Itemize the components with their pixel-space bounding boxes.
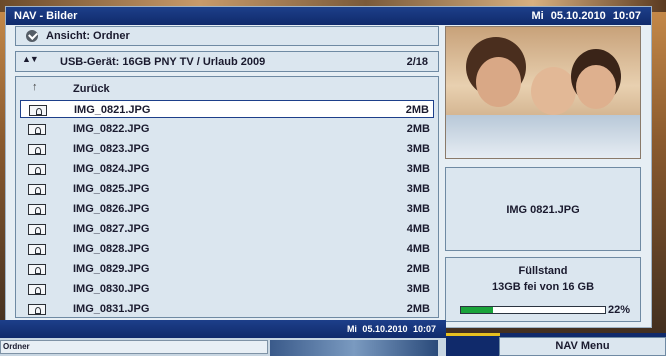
storage-panel: Füllstand 13GB fei von 16 GB 22% (445, 257, 641, 322)
file-size: 4MB (406, 223, 430, 235)
storage-label: Füllstand (518, 265, 568, 277)
usb-path-label: USB-Gerät: 16GB PNY TV / Urlaub 2009 (60, 56, 266, 68)
usb-position-counter: 2/18 (406, 56, 428, 68)
file-name: IMG_0830.JPG (73, 283, 150, 295)
list-item[interactable]: IMG_0823.JPG 3MB (20, 140, 434, 158)
file-name: IMG_0822.JPG (73, 123, 150, 135)
list-item-back[interactable]: ↑ Zurück (20, 80, 434, 98)
list-item[interactable]: IMG_0830.JPG 3MB (20, 280, 434, 298)
storage-progress-fill (461, 307, 493, 313)
preview-filename-panel: IMG 0821.JPG (445, 167, 641, 251)
background-view-box: Ordner (0, 340, 268, 354)
preview-figure (531, 67, 576, 115)
back-label: Zurück (73, 83, 110, 95)
background-thumbnail (270, 340, 438, 356)
image-file-icon (28, 304, 46, 315)
background-view-label: Ordner (3, 342, 30, 351)
window-title: NAV - Bilder (14, 10, 78, 22)
usb-path-bar[interactable]: ▲▼ USB-Gerät: 16GB PNY TV / Urlaub 2009 … (15, 51, 439, 72)
file-name: IMG_0829.JPG (73, 263, 150, 275)
file-size: 4MB (406, 243, 430, 255)
storage-percent: 22% (607, 304, 630, 316)
nav-menu-label: NAV Menu (555, 340, 610, 352)
background-window-datetime: Mi 05.10.2010 10:07 (346, 324, 436, 334)
file-name: IMG_0823.JPG (73, 143, 150, 155)
image-file-icon (28, 184, 46, 195)
up-down-icon: ▲▼ (22, 54, 39, 64)
list-item[interactable]: IMG_0824.JPG 3MB (20, 160, 434, 178)
list-item[interactable]: IMG_0826.JPG 3MB (20, 200, 434, 218)
list-item[interactable]: IMG_0822.JPG 2MB (20, 120, 434, 138)
file-name: IMG_0828.JPG (73, 243, 150, 255)
nav-menu-button[interactable]: NAV Menu (499, 337, 666, 356)
file-size: 3MB (406, 143, 430, 155)
image-file-icon (28, 144, 46, 155)
file-name: IMG_0827.JPG (73, 223, 150, 235)
preview-filename: IMG 0821.JPG (506, 204, 580, 216)
storage-detail: 13GB fei von 16 GB (491, 281, 595, 293)
check-icon (26, 30, 38, 42)
file-name: IMG_0825.JPG (73, 183, 150, 195)
file-size: 3MB (406, 203, 430, 215)
file-name: IMG_0824.JPG (73, 163, 150, 175)
file-name: IMG_0831.JPG (73, 303, 150, 315)
preview-figure (476, 57, 521, 107)
background-window-title-bar: Mi 05.10.2010 10:07 (0, 320, 446, 338)
view-mode-selector[interactable]: Ansicht: Ordner (15, 26, 439, 46)
list-item[interactable]: IMG_0825.JPG 3MB (20, 180, 434, 198)
file-size: 2MB (405, 104, 429, 116)
image-file-icon (28, 204, 46, 215)
nav-menu-accent (446, 333, 500, 336)
preview-floor (446, 115, 640, 158)
file-name: IMG_0821.JPG (74, 104, 151, 116)
file-list: ↑ Zurück IMG_0821.JPG 2MB IMG_0822.JPG 2MB I… (15, 76, 439, 318)
image-file-icon (28, 284, 46, 295)
image-file-icon (28, 224, 46, 235)
list-item[interactable]: IMG_0831.JPG 2MB (20, 300, 434, 318)
list-item[interactable]: IMG_0827.JPG 4MB (20, 220, 434, 238)
image-file-icon (28, 164, 46, 175)
image-file-icon (28, 124, 46, 135)
image-preview (445, 26, 641, 159)
file-name: IMG_0826.JPG (73, 203, 150, 215)
file-size: 3MB (406, 163, 430, 175)
preview-figure (576, 65, 616, 109)
window-title-bar: NAV - Bilder Mi 05.10.2010 10:07 (6, 7, 651, 25)
file-size: 3MB (406, 183, 430, 195)
image-file-icon (28, 264, 46, 275)
file-size: 2MB (406, 123, 430, 135)
view-mode-label: Ansicht: Ordner (46, 30, 130, 42)
file-size: 2MB (406, 303, 430, 315)
list-item[interactable]: IMG_0821.JPG 2MB (20, 100, 434, 118)
window-datetime: Mi 05.10.2010 10:07 (531, 10, 641, 22)
image-file-icon (29, 105, 47, 116)
file-size: 2MB (406, 263, 430, 275)
image-file-icon (28, 244, 46, 255)
storage-progress-bar (460, 306, 606, 314)
list-item[interactable]: IMG_0829.JPG 2MB (20, 260, 434, 278)
up-arrow-icon: ↑ (32, 81, 38, 93)
file-size: 3MB (406, 283, 430, 295)
list-item[interactable]: IMG_0828.JPG 4MB (20, 240, 434, 258)
